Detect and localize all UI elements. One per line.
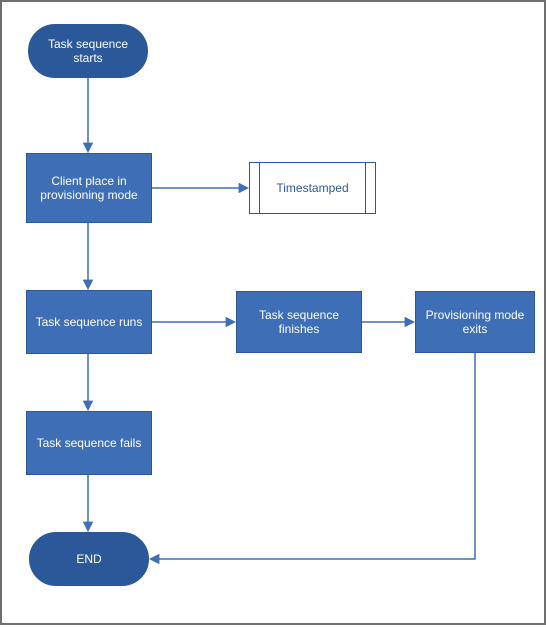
node-label: END (76, 552, 101, 566)
node-task-sequence-fails: Task sequence fails (26, 411, 152, 475)
node-label: Task sequence runs (36, 315, 143, 329)
node-label: Provisioning mode exits (424, 308, 526, 337)
node-label: Task sequence fails (37, 436, 142, 450)
node-label: Task sequence starts (37, 37, 139, 66)
flowchart-canvas: Task sequence starts Client place in pro… (0, 0, 546, 625)
node-task-sequence-runs: Task sequence runs (26, 290, 152, 354)
edge-exits-to-end (151, 353, 475, 559)
node-label: Task sequence finishes (245, 308, 353, 337)
node-label: Timestamped (276, 181, 348, 195)
node-task-sequence-starts: Task sequence starts (28, 24, 148, 78)
node-label: Client place in provisioning mode (35, 174, 143, 203)
node-provisioning-mode-exits: Provisioning mode exits (415, 291, 535, 353)
node-timestamped: Timestamped (249, 162, 376, 214)
node-task-sequence-finishes: Task sequence finishes (236, 291, 362, 353)
node-client-provisioning-mode: Client place in provisioning mode (26, 153, 152, 223)
node-end: END (29, 532, 149, 586)
